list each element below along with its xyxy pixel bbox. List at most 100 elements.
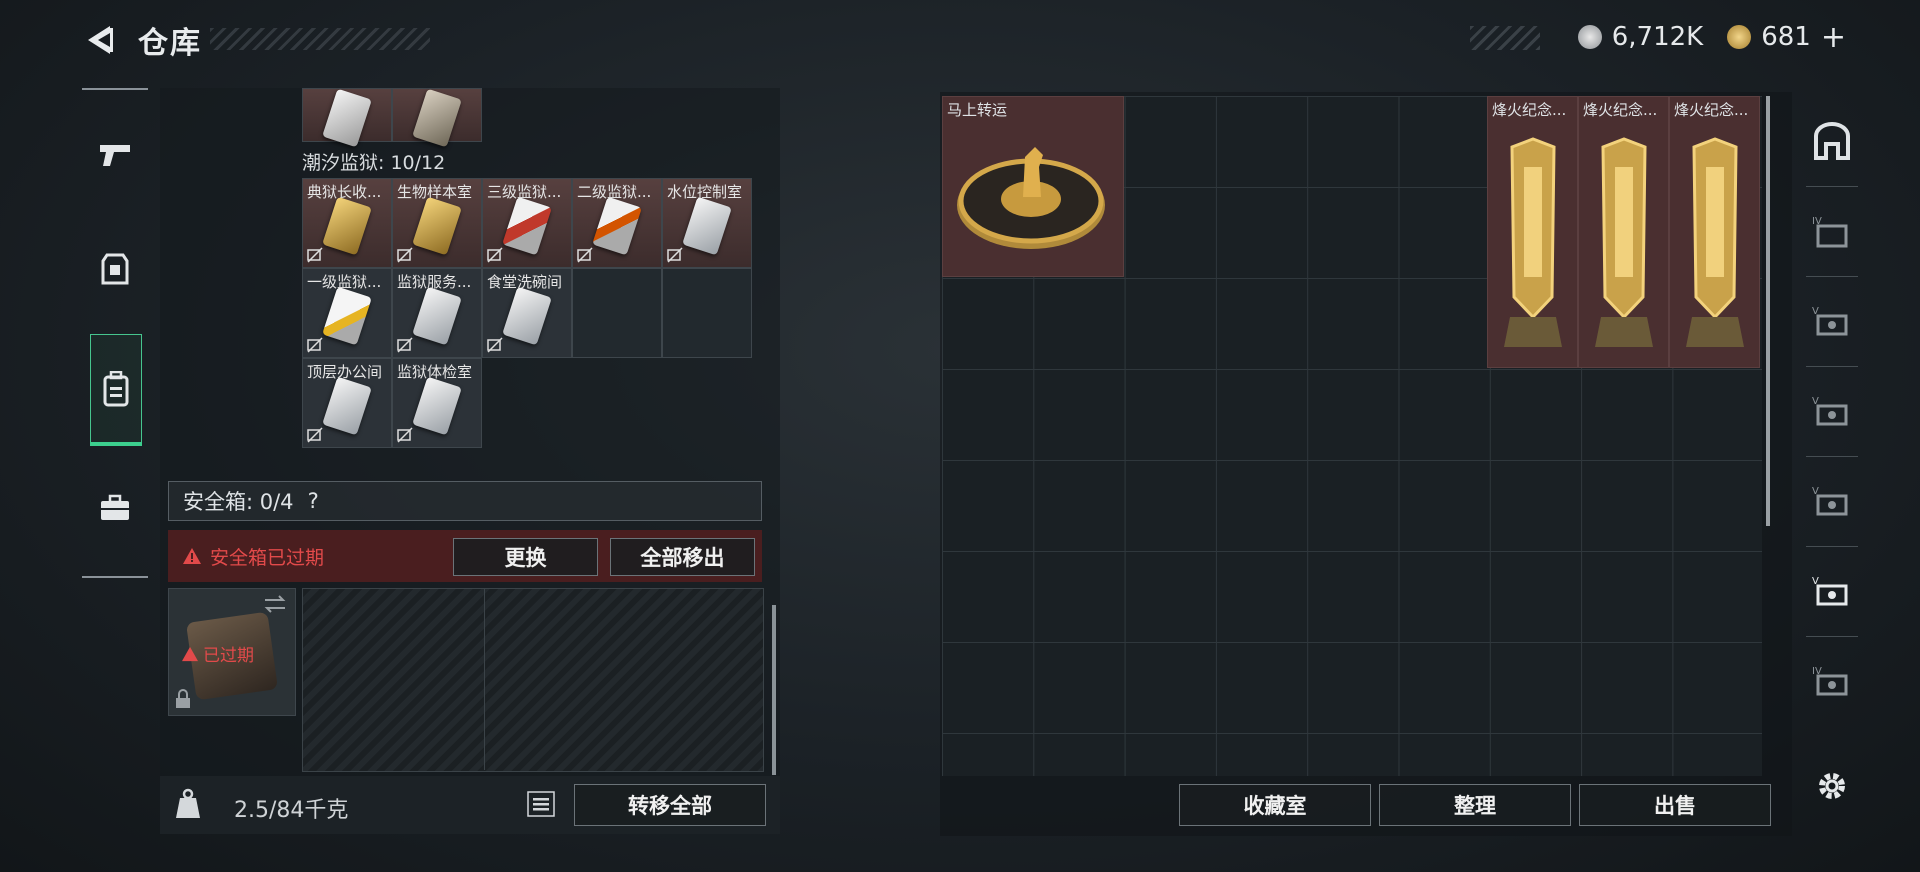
empty-slot[interactable] — [572, 268, 662, 358]
safe-box-slot[interactable]: 已过期 — [168, 588, 296, 716]
no-trade-icon — [667, 247, 683, 263]
item-name: 监狱服务... — [397, 273, 472, 291]
backpack-icon — [103, 371, 129, 407]
white-keycard-icon — [322, 376, 372, 436]
red-keycard-icon — [502, 196, 552, 256]
gold-amount: 681 — [1761, 22, 1811, 52]
item-name: 二级监狱... — [577, 183, 652, 201]
back-button[interactable] — [80, 20, 120, 60]
trophy-icon — [1686, 137, 1744, 347]
safe-box-label: 安全箱: 0/4 — [183, 490, 294, 514]
weight-value: 2.5/84千克 — [234, 798, 349, 823]
item-name: 烽火纪念... — [1674, 101, 1749, 119]
safehouse-icon — [1814, 122, 1850, 160]
white-keycard-icon — [412, 286, 462, 346]
stash-item[interactable]: 马上转运 — [942, 96, 1124, 277]
no-trade-icon — [307, 337, 323, 353]
keycard-item[interactable]: 水位控制室 — [662, 178, 752, 268]
lucky-turntable-icon — [957, 147, 1105, 249]
settings-button[interactable] — [1806, 756, 1858, 816]
item-slot[interactable] — [302, 88, 392, 148]
stash-item[interactable]: 烽火纪念... — [1669, 96, 1760, 368]
item-name: 烽火纪念... — [1492, 101, 1567, 119]
tab-ticket[interactable]: V — [1806, 382, 1858, 442]
add-gold-button[interactable]: + — [1821, 20, 1846, 55]
tab-weapons[interactable] — [90, 125, 140, 185]
stash-item[interactable]: 烽火纪念... — [1578, 96, 1669, 368]
keycard-item[interactable]: 食堂洗碗间 — [482, 268, 572, 358]
silver-coin-icon — [1577, 25, 1602, 49]
prison-keys-label: 潮汐监狱: 10/12 — [302, 152, 446, 174]
keycard-item[interactable]: 三级监狱... — [482, 178, 572, 268]
briefcase-icon — [101, 494, 129, 520]
keycard-item[interactable]: 监狱体检室 — [392, 358, 482, 448]
sell-button[interactable]: 出售 — [1579, 784, 1771, 826]
item-slot[interactable] — [392, 88, 482, 148]
safe-box-grid[interactable] — [302, 588, 764, 772]
scrollbar[interactable] — [1766, 96, 1770, 526]
gold-coin-icon — [1727, 25, 1752, 49]
item-name: 马上转运 — [947, 101, 1008, 119]
tab-armor[interactable] — [90, 240, 140, 300]
item-name: 三级监狱... — [487, 183, 562, 201]
no-trade-icon — [397, 427, 413, 443]
expired-badge: 已过期 — [181, 641, 254, 666]
scrollbar[interactable] — [772, 605, 776, 775]
item-name: 食堂洗碗间 — [487, 273, 563, 291]
ticket-icon: V — [1812, 306, 1848, 336]
tab-ticket[interactable]: V — [1806, 472, 1858, 532]
remove-all-button[interactable]: 全部移出 — [610, 538, 755, 576]
left-sidebar — [82, 88, 148, 578]
empty-slot[interactable] — [662, 268, 752, 358]
back-arrow-icon — [88, 26, 113, 54]
keycard-item[interactable]: 典狱长收... — [302, 178, 392, 268]
no-trade-icon — [307, 247, 323, 263]
trophy-icon — [1504, 137, 1562, 347]
page-title: 仓库 — [138, 26, 202, 61]
item-name: 典狱长收... — [307, 183, 382, 201]
right-sidebar: IV V V V V IV — [1806, 96, 1858, 799]
white-keycard-icon — [682, 196, 732, 256]
collection-button[interactable]: 收藏室 — [1179, 784, 1371, 826]
sort-button[interactable]: 整理 — [1379, 784, 1571, 826]
item-name: 生物样本室 — [397, 183, 473, 201]
keycard-item[interactable]: 监狱服务... — [392, 268, 482, 358]
ticket-icon: IV — [1812, 666, 1848, 696]
tab-case[interactable]: IV — [1806, 202, 1858, 262]
swap-icon[interactable] — [263, 595, 287, 613]
white-keycard-icon — [322, 286, 372, 346]
armor-icon — [101, 253, 129, 285]
white-keycard-icon — [502, 286, 552, 346]
ticket-icon: V — [1812, 576, 1848, 606]
keycard-icon — [412, 88, 462, 148]
no-trade-icon — [397, 247, 413, 263]
lock-icon — [176, 689, 190, 708]
tab-briefcase[interactable] — [90, 478, 140, 538]
stash-item[interactable]: 烽火纪念... — [1487, 96, 1578, 368]
warning-icon — [182, 646, 198, 661]
tab-safehouse[interactable] — [1806, 112, 1858, 172]
item-name: 水位控制室 — [667, 183, 743, 201]
item-name: 顶层办公间 — [307, 363, 383, 381]
tab-backpack[interactable] — [90, 334, 142, 446]
keycard-item[interactable]: 二级监狱... — [572, 178, 662, 268]
orange-keycard-icon — [592, 196, 642, 256]
title-decoration — [210, 28, 430, 50]
keycard-item[interactable]: 顶层办公间 — [302, 358, 392, 448]
item-name: 烽火纪念... — [1583, 101, 1658, 119]
expired-badge-text: 已过期 — [203, 646, 254, 666]
trophy-icon — [1595, 137, 1653, 347]
replace-button[interactable]: 更换 — [453, 538, 598, 576]
silver-amount: 6,712K — [1611, 22, 1704, 52]
list-icon[interactable] — [526, 790, 556, 818]
keycard-icon — [322, 88, 372, 148]
item-name: 一级监狱... — [307, 273, 382, 291]
keycard-item[interactable]: 生物样本室 — [392, 178, 482, 268]
no-trade-icon — [307, 427, 323, 443]
help-icon[interactable]: ? — [308, 489, 319, 513]
keycard-item[interactable]: 一级监狱... — [302, 268, 392, 358]
tab-ticket[interactable]: V — [1806, 292, 1858, 352]
tab-ticket[interactable]: V — [1806, 562, 1858, 622]
transfer-all-button[interactable]: 转移全部 — [574, 784, 766, 826]
tab-ticket[interactable]: IV — [1806, 652, 1858, 712]
